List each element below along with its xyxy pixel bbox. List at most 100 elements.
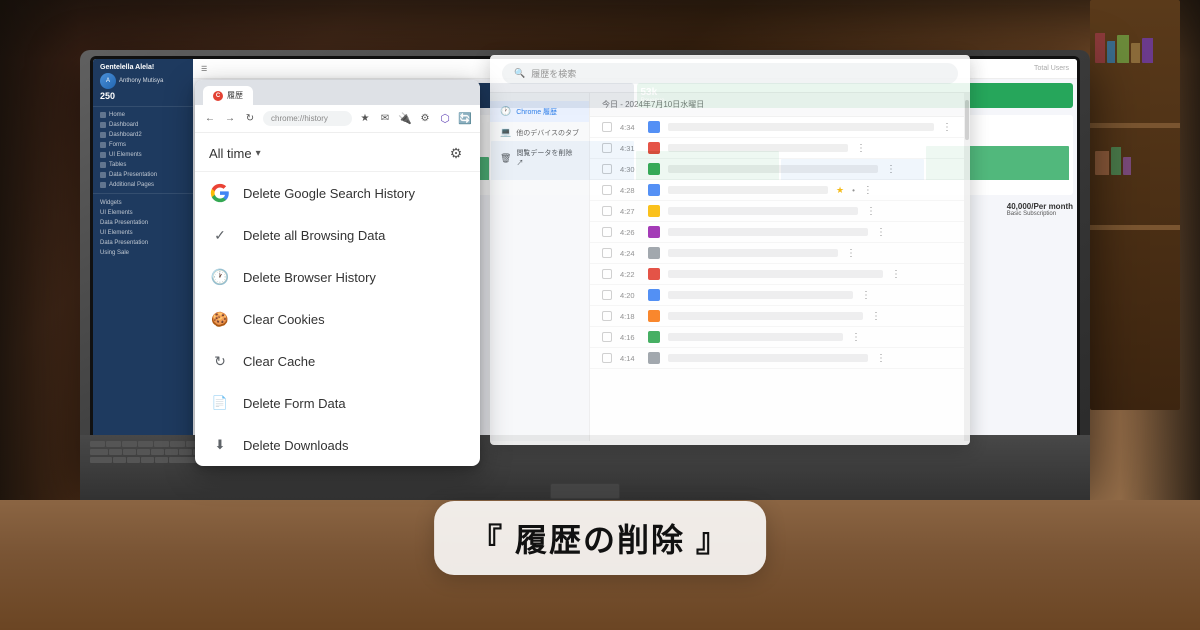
history-entry-6: 4:26 ⋮ [590, 222, 964, 243]
sidebar-item-ui[interactable]: UI Elements [93, 150, 193, 160]
time-filter[interactable]: All time ▾ [209, 146, 261, 161]
menu-item-label: Clear Cache [243, 354, 315, 369]
menu-item-label: Delete all Browsing Data [243, 228, 385, 243]
more-icon[interactable]: ⋮ [886, 164, 896, 175]
menu-item-delete-form-data[interactable]: 📄 Delete Form Data [195, 382, 480, 424]
settings-toolbar-icon[interactable]: ⚙ [418, 112, 432, 126]
menu-item-label: Clear Cookies [243, 312, 325, 327]
download-icon: ⬇ [209, 434, 231, 456]
history-entry-1: 4:34 ⋮ [590, 117, 964, 138]
chrome-toolbar-icons: ← → ↻ [203, 112, 257, 126]
menu-item-label: Delete Browser History [243, 270, 376, 285]
history-checkbox[interactable] [602, 332, 612, 342]
more-icon[interactable]: ⋮ [863, 185, 873, 196]
sidebar-item-widgets[interactable]: Widgets [93, 198, 193, 208]
menu-item-delete-downloads[interactable]: ⬇ Delete Downloads [195, 424, 480, 466]
scrollbar[interactable] [964, 93, 970, 441]
history-search-placeholder: 履歴を検索 [531, 67, 576, 80]
mail-icon[interactable]: ✉ [378, 112, 392, 126]
history-checkbox[interactable] [602, 143, 612, 153]
dropdown-settings-icon[interactable]: ⚙ [446, 143, 466, 163]
history-date-header: 今日 - 2024年7月10日水曜日 [590, 93, 964, 117]
history-entry-3: 4:30 ⋮ [590, 159, 964, 180]
more-icon[interactable]: ⋮ [891, 269, 901, 280]
chrome-active-tab[interactable]: C 履歴 [203, 86, 253, 105]
more-icon[interactable]: ⋮ [851, 332, 861, 343]
more-icon[interactable]: ⋮ [871, 311, 881, 322]
history-entry-11: 4:16 ⋮ [590, 327, 964, 348]
history-search-box[interactable]: 🔍 履歴を検索 [502, 63, 958, 84]
more-icon[interactable]: ⋮ [846, 248, 856, 259]
extension-icons: ★ ✉ 🔌 ⚙ ⬡ 🔄 [358, 112, 472, 126]
sidebar-item-ui2[interactable]: UI Elements [93, 208, 193, 218]
more-icon[interactable]: ⋮ [942, 122, 952, 133]
scrollbar-thumb[interactable] [965, 100, 969, 140]
more-icon[interactable]: ⋮ [861, 290, 871, 301]
sidebar-item-forms[interactable]: Forms [93, 140, 193, 150]
history-url [668, 186, 828, 194]
subscription-info: 40,000/Per month Basic Subscription [1007, 202, 1073, 252]
tab-favicon: C [213, 91, 223, 101]
sidebar-devices-label: 他のデバイスのタブ [516, 128, 579, 138]
sidebar-chrome-label: Chrome 履歴 [516, 107, 557, 117]
sidebar-item-data3[interactable]: Data Presentation [93, 238, 193, 248]
history-sidebar-chrome[interactable]: 🕐 Chrome 履歴 [490, 101, 589, 122]
reload-icon[interactable]: ↻ [243, 112, 257, 126]
more-icon[interactable]: ⋮ [876, 353, 886, 364]
sidebar-delete-label: 閲覧データを削除 ↗ [516, 148, 579, 168]
history-panel: 🔍 履歴を検索 🕐 Chrome 履歴 💻 他のデバイスのタブ 🗑 閲覧データを… [490, 55, 970, 445]
history-checkbox[interactable] [602, 248, 612, 258]
trackpad[interactable] [550, 483, 620, 499]
bottom-banner: 『 履歴の削除 』 [434, 501, 766, 575]
history-sidebar-devices[interactable]: 💻 他のデバイスのタブ [490, 122, 589, 143]
chevron-icon: ▾ [256, 148, 261, 159]
forward-icon[interactable]: → [223, 112, 237, 126]
more-icon[interactable]: ⋮ [866, 206, 876, 217]
history-entry-9: 4:20 ⋮ [590, 285, 964, 306]
sidebar-item-data[interactable]: Data Presentation [93, 170, 193, 180]
history-checkbox[interactable] [602, 206, 612, 216]
menu-item-delete-google-search[interactable]: Delete Google Search History [195, 172, 480, 214]
history-favicon [648, 268, 660, 280]
menu-item-delete-all-browsing[interactable]: ✓ Delete all Browsing Data [195, 214, 480, 256]
sidebar-item-additional[interactable]: Additional Pages [93, 180, 193, 190]
history-checkbox[interactable] [602, 311, 612, 321]
dot-icon: • [852, 186, 855, 195]
more-icon[interactable]: ⋮ [856, 143, 866, 154]
history-time: 4:14 [620, 354, 640, 363]
sidebar-item-sale[interactable]: Using Sale [93, 248, 193, 258]
cookie-icon: 🍪 [209, 308, 231, 330]
checkmark-icon: ✓ [209, 224, 231, 246]
history-checkbox[interactable] [602, 269, 612, 279]
history-time: 4:30 [620, 165, 640, 174]
sidebar-item-dashboard2[interactable]: Dashboard2 [93, 130, 193, 140]
history-time: 4:16 [620, 333, 640, 342]
history-checkbox[interactable] [602, 290, 612, 300]
extension-icon-extra[interactable]: 🔄 [458, 112, 472, 126]
history-checkbox[interactable] [602, 185, 612, 195]
app-sidebar: Gentelella Alela! A Anthony Mutisya 250 … [93, 59, 193, 471]
menu-item-delete-browser-history[interactable]: 🕐 Delete Browser History [195, 256, 480, 298]
sidebar-item-data2[interactable]: Data Presentation [93, 218, 193, 228]
bookshelf [1090, 0, 1180, 410]
sidebar-item-tables[interactable]: Tables [93, 160, 193, 170]
extension-icon-red[interactable]: 🔌 [398, 112, 412, 126]
history-entry-4: 4:28 ★ • ⋮ [590, 180, 964, 201]
back-icon[interactable]: ← [203, 112, 217, 126]
chrome-address-bar[interactable]: chrome://history [263, 111, 352, 126]
history-time: 4:20 [620, 291, 640, 300]
history-sidebar-delete[interactable]: 🗑 閲覧データを削除 ↗ [490, 143, 589, 173]
extension-icon-purple[interactable]: ⬡ [438, 112, 452, 126]
sidebar-item-home[interactable]: Home [93, 110, 193, 120]
menu-item-clear-cookies[interactable]: 🍪 Clear Cookies [195, 298, 480, 340]
menu-item-clear-cache[interactable]: ↻ Clear Cache [195, 340, 480, 382]
sidebar-item-ui3[interactable]: UI Elements [93, 228, 193, 238]
history-checkbox[interactable] [602, 227, 612, 237]
history-checkbox[interactable] [602, 164, 612, 174]
more-icon[interactable]: ⋮ [876, 227, 886, 238]
history-checkbox[interactable] [602, 122, 612, 132]
history-checkbox[interactable] [602, 353, 612, 363]
sidebar-item-dashboard[interactable]: Dashboard [93, 120, 193, 130]
bookmark-icon[interactable]: ★ [358, 112, 372, 126]
menu-item-label: Delete Google Search History [243, 186, 415, 201]
